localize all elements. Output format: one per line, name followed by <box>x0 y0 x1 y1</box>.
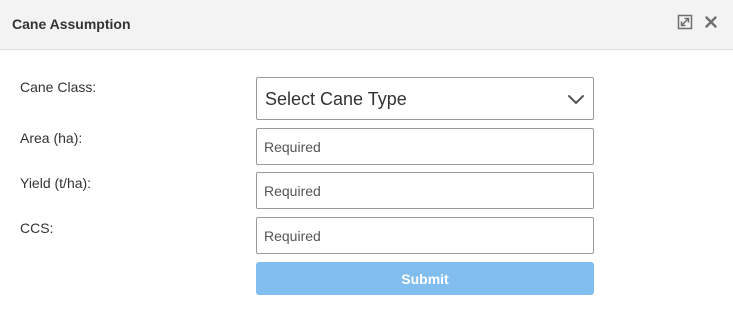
yield-input[interactable] <box>256 172 594 209</box>
ccs-label: CCS: <box>20 220 54 236</box>
area-input[interactable] <box>256 128 594 165</box>
dialog-title: Cane Assumption <box>12 16 131 32</box>
dialog-titlebar: Cane Assumption <box>0 0 733 50</box>
cane-type-select[interactable]: Select Cane Type <box>256 77 594 120</box>
close-icon[interactable] <box>703 14 719 30</box>
cane-type-selected-value: Select Cane Type <box>265 89 407 109</box>
chevron-down-icon <box>568 95 584 104</box>
ccs-input[interactable] <box>256 217 594 254</box>
cane-class-label: Cane Class: <box>20 79 97 95</box>
submit-button[interactable]: Submit <box>256 262 594 295</box>
expand-icon[interactable] <box>677 14 693 30</box>
yield-label: Yield (t/ha): <box>20 175 92 191</box>
cane-assumption-dialog: Cane Assumption Cane Class: Select Cane … <box>0 0 733 319</box>
area-label: Area (ha): <box>20 130 83 146</box>
